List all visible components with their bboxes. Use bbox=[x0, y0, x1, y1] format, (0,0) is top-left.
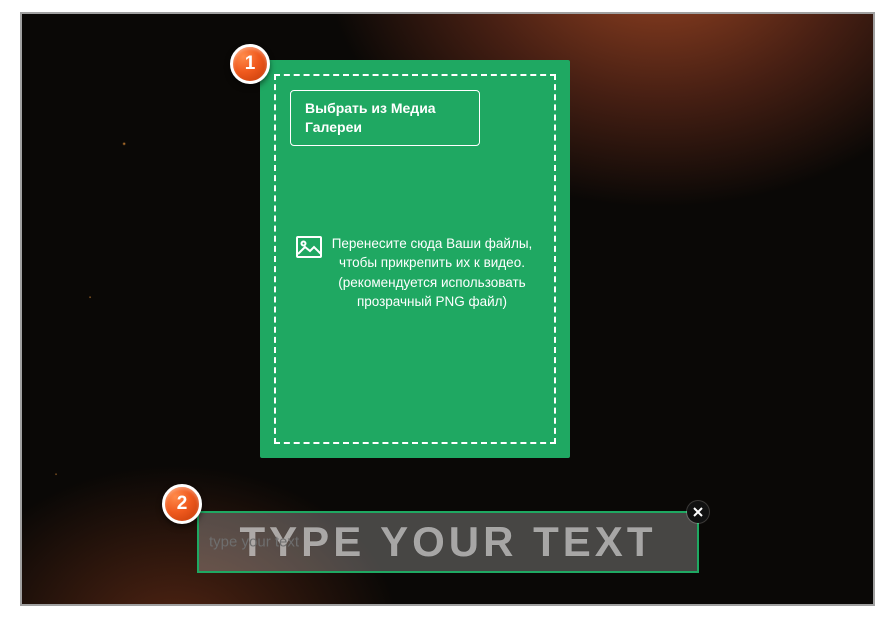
text-field[interactable]: TYPE YOUR TEXT type your text bbox=[197, 511, 699, 573]
text-input[interactable] bbox=[199, 513, 697, 571]
canvas-background: Выбрать из Медиа Галереи Перенесите сюда… bbox=[20, 12, 875, 606]
image-icon bbox=[296, 236, 322, 263]
dropzone-hint-text: Перенесите сюда Ваши файлы, чтобы прикре… bbox=[330, 234, 534, 312]
clear-text-button[interactable] bbox=[687, 501, 709, 523]
text-field-container: TYPE YOUR TEXT type your text bbox=[197, 511, 699, 573]
close-icon bbox=[693, 506, 703, 519]
annotation-badge-2: 2 bbox=[162, 484, 202, 524]
choose-from-gallery-button[interactable]: Выбрать из Медиа Галереи bbox=[290, 90, 480, 146]
media-dropzone-inner: Выбрать из Медиа Галереи Перенесите сюда… bbox=[274, 74, 556, 444]
dropzone-hint: Перенесите сюда Ваши файлы, чтобы прикре… bbox=[290, 234, 540, 312]
annotation-badge-1: 1 bbox=[230, 44, 270, 84]
media-dropzone[interactable]: Выбрать из Медиа Галереи Перенесите сюда… bbox=[260, 60, 570, 458]
